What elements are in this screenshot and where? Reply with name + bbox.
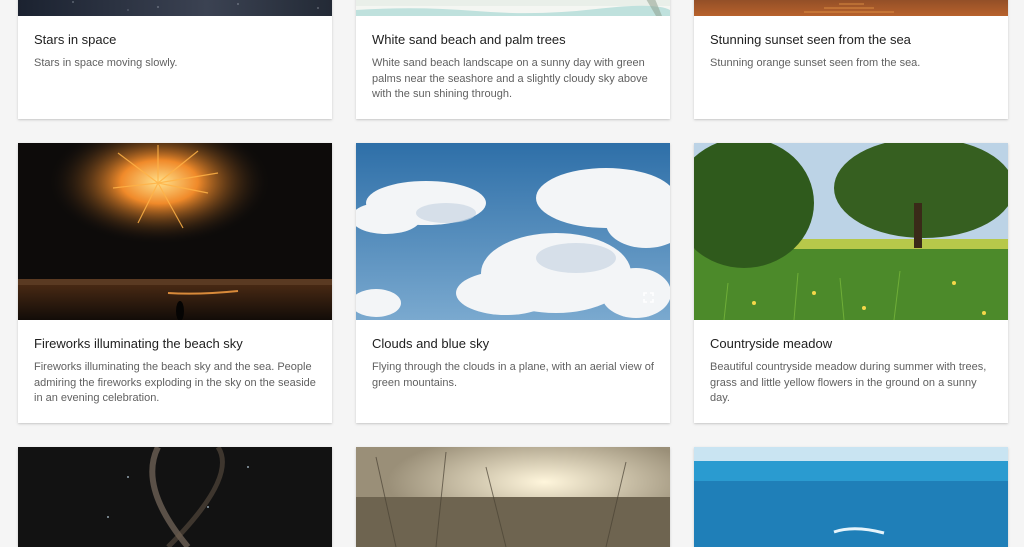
fullscreen-expand-icon[interactable]	[643, 292, 654, 303]
video-thumbnail[interactable]	[18, 0, 332, 16]
video-card-white-sand-beach[interactable]: White sand beach and palm trees White sa…	[356, 0, 670, 119]
video-card-city-night-aerial[interactable]	[18, 447, 332, 547]
video-thumbnail[interactable]	[694, 447, 1008, 547]
card-title: Countryside meadow	[710, 336, 833, 351]
video-card-sunset-sea[interactable]: Stunning sunset seen from the sea Stunni…	[694, 0, 1008, 119]
video-thumbnail[interactable]	[356, 447, 670, 547]
card-description: Fireworks illuminating the beach sky and…	[34, 361, 316, 404]
video-thumbnail[interactable]	[694, 143, 1008, 320]
video-thumbnail[interactable]	[694, 0, 1008, 16]
card-title: Clouds and blue sky	[372, 336, 490, 351]
card-title: Stunning sunset seen from the sea	[710, 32, 911, 47]
video-gallery-grid: Stars in space Stars in space moving slo…	[0, 0, 1024, 547]
video-card-stars-in-space[interactable]: Stars in space Stars in space moving slo…	[18, 0, 332, 119]
card-description: Flying through the clouds in a plane, wi…	[372, 361, 654, 389]
card-description: Stars in space moving slowly.	[34, 57, 178, 69]
card-description: Stunning orange sunset seen from the sea…	[710, 57, 921, 69]
video-thumbnail[interactable]	[356, 143, 670, 320]
card-title: Stars in space	[34, 32, 117, 47]
card-description: Beautiful countryside meadow during summ…	[710, 361, 987, 404]
video-thumbnail[interactable]	[18, 447, 332, 547]
video-card-fireworks[interactable]: Fireworks illuminating the beach sky Fir…	[18, 143, 332, 423]
video-card-clouds-blue-sky[interactable]: Clouds and blue sky Flying through the c…	[356, 143, 670, 423]
video-card-grass-sunlight[interactable]	[356, 447, 670, 547]
video-card-countryside-meadow[interactable]: Countryside meadow Beautiful countryside…	[694, 143, 1008, 423]
video-thumbnail[interactable]	[18, 143, 332, 320]
video-card-blue-sea[interactable]	[694, 447, 1008, 547]
card-description: White sand beach landscape on a sunny da…	[372, 57, 648, 100]
card-title: Fireworks illuminating the beach sky	[34, 336, 243, 351]
card-title: White sand beach and palm trees	[372, 32, 566, 47]
video-thumbnail[interactable]	[356, 0, 670, 16]
